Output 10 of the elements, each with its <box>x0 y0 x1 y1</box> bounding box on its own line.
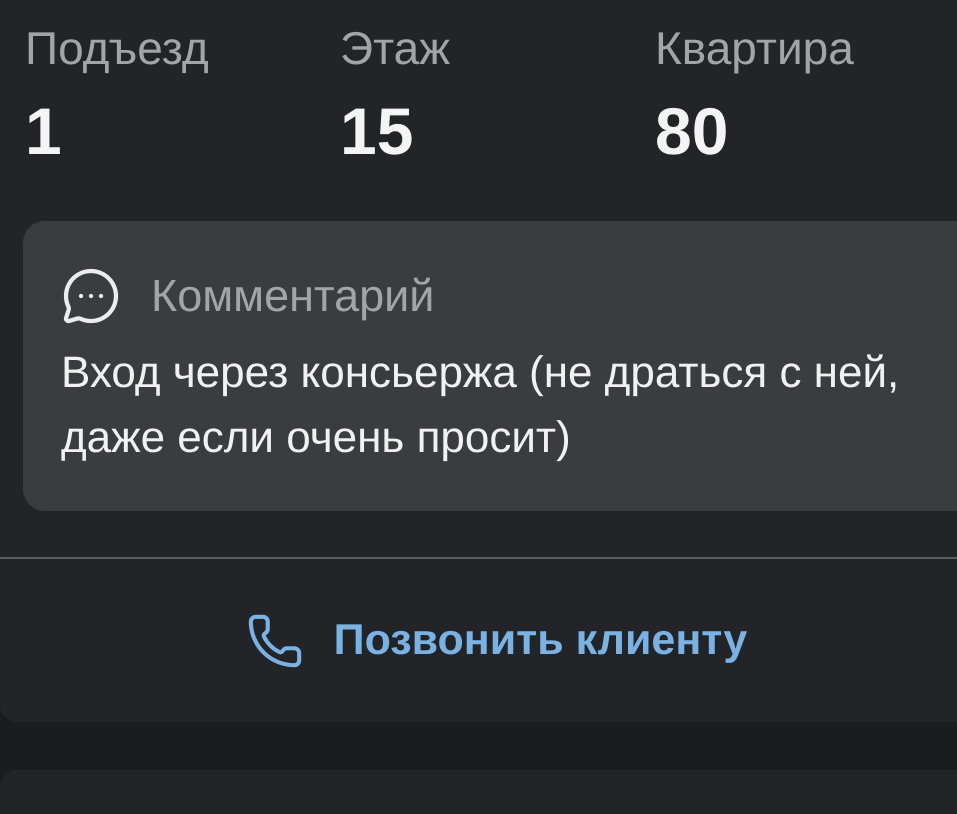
field-value: 80 <box>655 94 728 168</box>
field-label: Подъезд <box>25 22 209 74</box>
field-value: 15 <box>340 94 414 168</box>
call-client-button[interactable]: Позвонить клиенту <box>246 612 748 670</box>
field-value: 1 <box>25 94 62 168</box>
speech-bubble-icon <box>61 266 121 326</box>
field-label: Этаж <box>340 22 450 74</box>
field-label: Квартира <box>655 22 854 74</box>
comment-title: Комментарий <box>151 270 434 322</box>
comment-text: Вход через консьержа (не драться с ней, даже если очень просит) <box>61 347 900 464</box>
